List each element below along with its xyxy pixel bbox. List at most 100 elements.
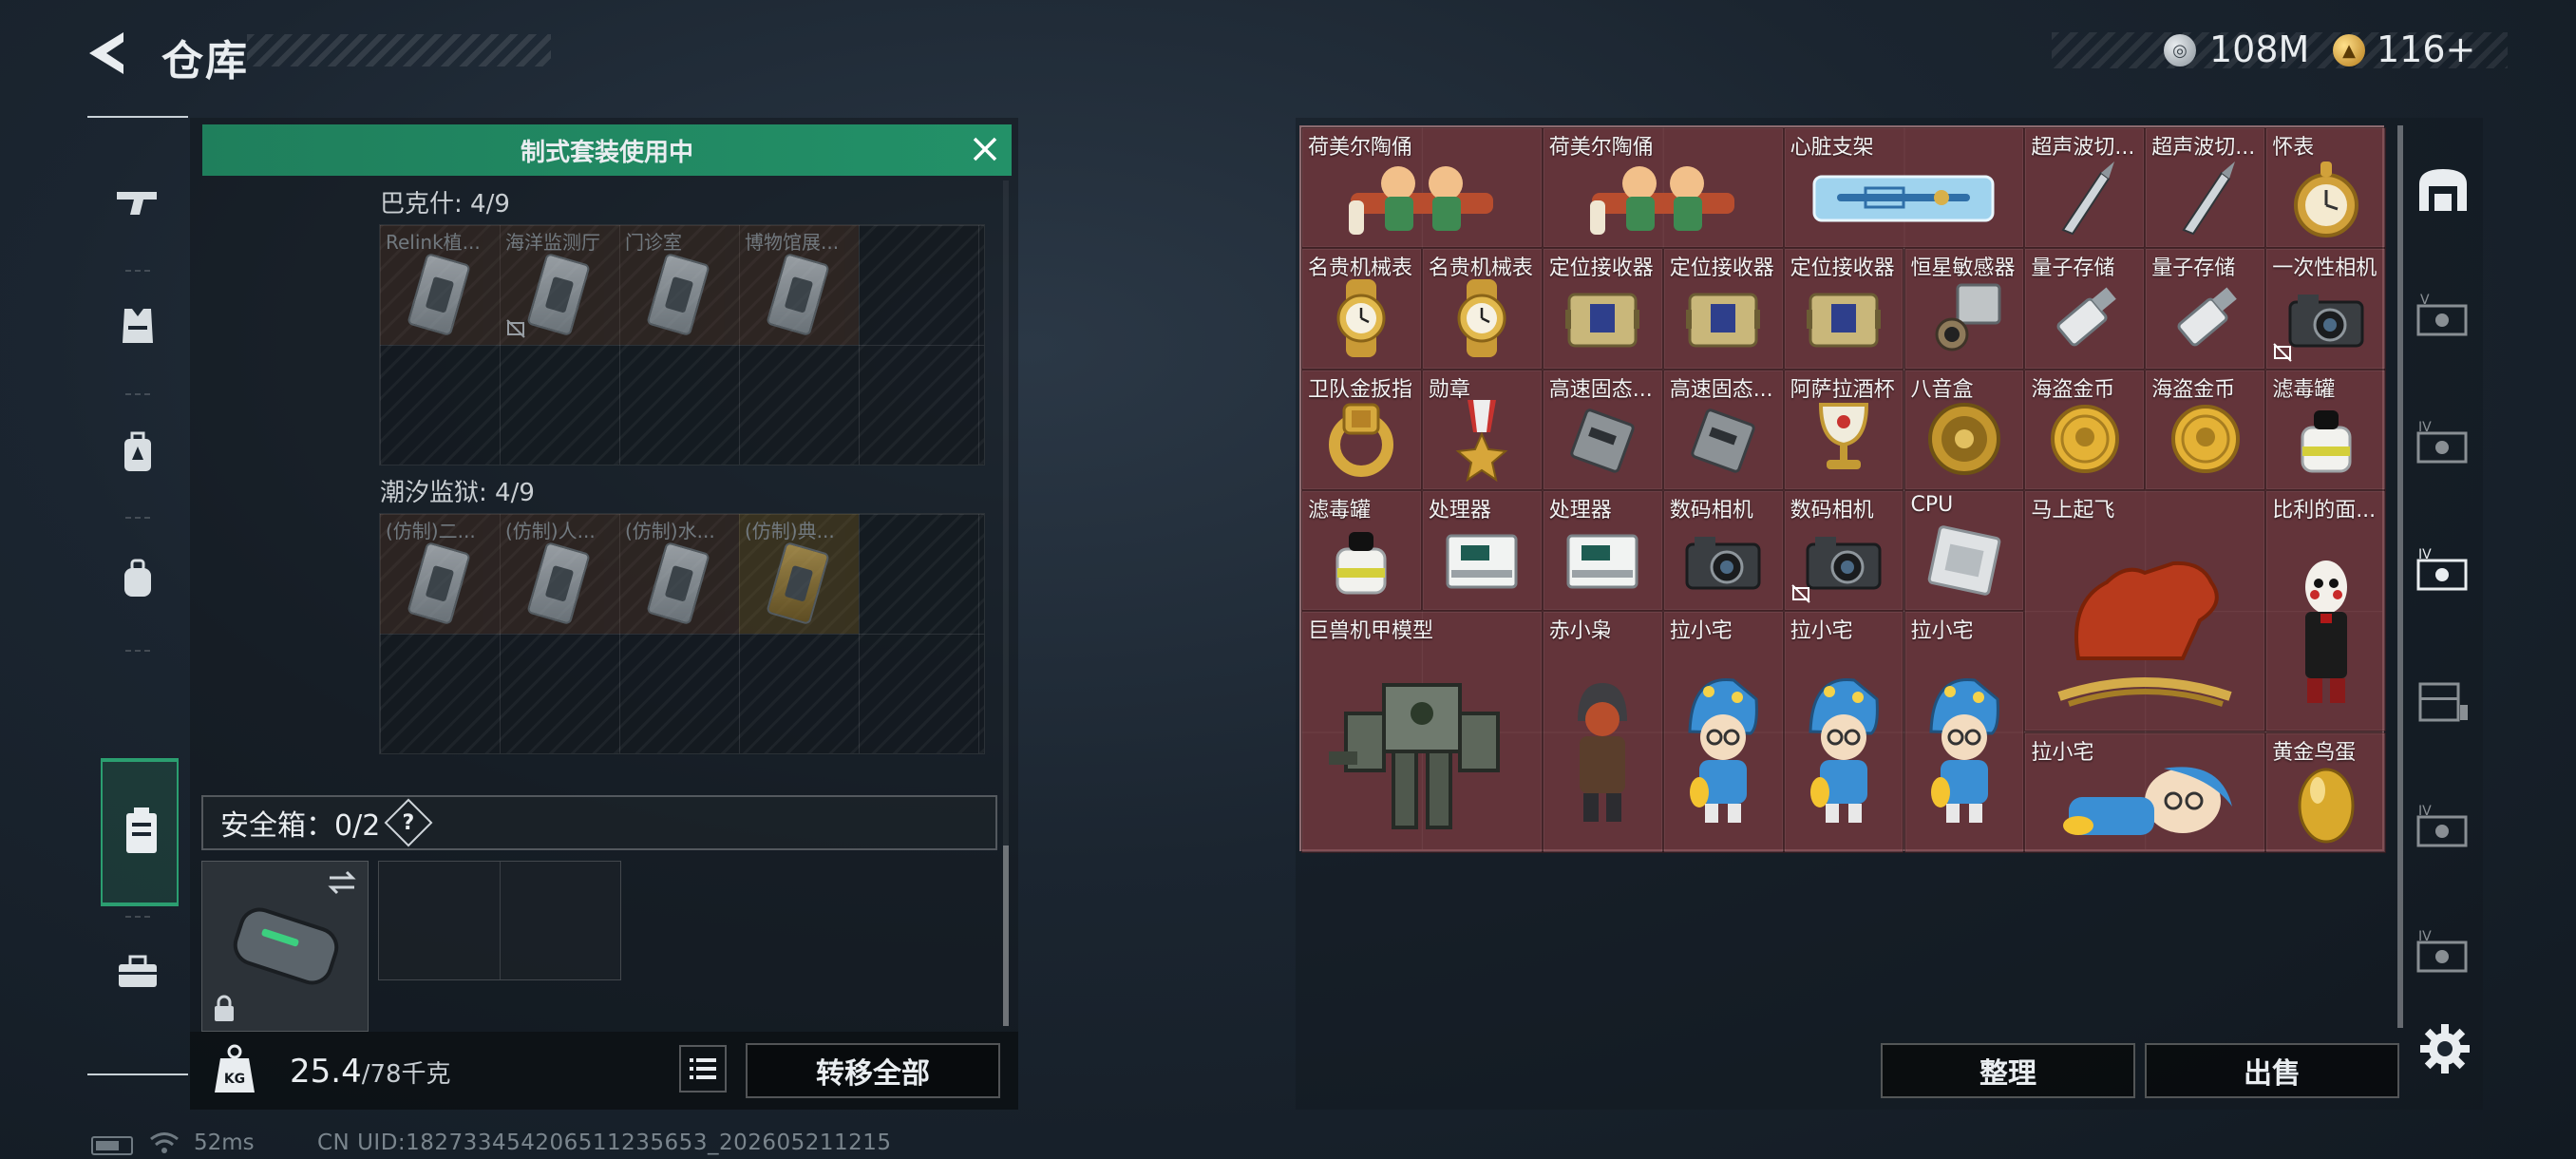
- inventory-item[interactable]: 超声波切...: [2145, 127, 2266, 249]
- receiver-icon: [1803, 281, 1885, 355]
- inventory-item[interactable]: 处理器: [1421, 489, 1543, 612]
- inventory-item[interactable]: 恒星敏感器: [1904, 248, 2025, 370]
- collection-slot[interactable]: (仿制)二...: [380, 514, 500, 634]
- warehouse-tab[interactable]: [2413, 160, 2473, 220]
- warehouse-icon: [2419, 169, 2467, 211]
- collection-slot[interactable]: Relink植...: [380, 225, 500, 345]
- inventory-item[interactable]: 定位接收器: [1662, 248, 1784, 370]
- inventory-item[interactable]: 高速固态...: [1542, 369, 1663, 490]
- storage-tab-6[interactable]: IV: [2413, 798, 2473, 859]
- inventory-item[interactable]: 拉小宅: [1904, 611, 2025, 853]
- inventory-item[interactable]: 滤毒罐: [2265, 369, 2387, 490]
- inventory-item[interactable]: 定位接收器: [1783, 248, 1904, 370]
- inventory-item[interactable]: 滤毒罐: [1301, 489, 1422, 612]
- goblet-icon: [1808, 399, 1880, 479]
- weapon-category-button[interactable]: [101, 165, 175, 239]
- title-decoration: [247, 34, 551, 66]
- inventory-item[interactable]: 量子存储: [2145, 248, 2266, 370]
- settings-button[interactable]: [2416, 1020, 2473, 1077]
- inventory-item[interactable]: 巨兽机甲模型: [1301, 611, 1543, 853]
- item-label: 拉小宅: [1790, 619, 1853, 644]
- collection-slot[interactable]: (仿制)典...: [739, 514, 859, 634]
- storage-tab-2[interactable]: V: [2413, 287, 2473, 348]
- inventory-item[interactable]: 处理器: [1542, 489, 1663, 612]
- storage-tab-5[interactable]: [2413, 671, 2473, 732]
- safebox-container-slot[interactable]: [201, 861, 369, 1032]
- item-label: 超声波切...: [2031, 136, 2135, 160]
- inventory-item[interactable]: 赤小枭: [1542, 611, 1663, 853]
- sell-button[interactable]: 出售: [2145, 1043, 2399, 1098]
- item-label: 拉小宅: [2031, 740, 2094, 765]
- inventory-item[interactable]: 数码相机: [1662, 489, 1784, 612]
- item-label: 怀表: [2272, 136, 2315, 160]
- inventory-item[interactable]: 名贵机械表: [1421, 248, 1543, 370]
- svg-text:IV: IV: [2418, 547, 2432, 562]
- horse-statue-icon: [2040, 544, 2249, 715]
- item-label: 海盗金币: [2151, 377, 2236, 402]
- container-category-button[interactable]: [101, 758, 179, 906]
- transfer-all-button[interactable]: 转移全部: [746, 1043, 1000, 1098]
- pocket-watch-icon: [2288, 152, 2364, 243]
- list-view-button[interactable]: [679, 1045, 727, 1092]
- inventory-item[interactable]: 马上起飞: [2024, 489, 2266, 732]
- collection-slot[interactable]: (仿制)水...: [619, 514, 739, 634]
- inventory-item[interactable]: 量子存储: [2024, 248, 2146, 370]
- inventory-item[interactable]: 卫队金扳指: [1301, 369, 1422, 490]
- collection-slot[interactable]: 博物馆展...: [739, 225, 859, 345]
- item-label: 定位接收器: [1548, 256, 1654, 281]
- item-label: 心脏支架: [1790, 136, 1874, 160]
- inventory-item[interactable]: 拉小宅: [2024, 732, 2266, 853]
- inventory-item[interactable]: 阿萨拉酒杯: [1783, 369, 1904, 490]
- inventory-item[interactable]: 比利的面...: [2265, 489, 2387, 732]
- inventory-item[interactable]: 名贵机械表: [1301, 248, 1422, 370]
- inventory-item[interactable]: 定位接收器: [1542, 248, 1663, 370]
- crate-icon: IV: [2416, 929, 2468, 973]
- inventory-item[interactable]: 拉小宅: [1783, 611, 1904, 853]
- svg-text:IV: IV: [2418, 929, 2432, 944]
- inventory-item[interactable]: 海盗金币: [2024, 369, 2146, 490]
- camera-icon: [2284, 285, 2368, 352]
- safebox-empty-slots[interactable]: [378, 861, 621, 980]
- armor-category-button[interactable]: [101, 289, 175, 363]
- storage-tab-4[interactable]: IV: [2413, 542, 2473, 602]
- inventory-item[interactable]: 八音盒: [1904, 369, 2025, 490]
- keycard-icon: [646, 541, 710, 626]
- sort-label: 整理: [1979, 1057, 2036, 1091]
- bag-category-button[interactable]: [101, 542, 175, 616]
- slot-label: (仿制)水...: [625, 520, 715, 542]
- collection-slot[interactable]: (仿制)人...: [500, 514, 619, 634]
- list-icon: [690, 1058, 716, 1079]
- inventory-item[interactable]: 超声波切...: [2024, 127, 2146, 249]
- inventory-item[interactable]: 荷美尔陶俑: [1542, 127, 1784, 249]
- inventory-item[interactable]: 黄金鸟蛋: [2265, 732, 2387, 853]
- inventory-item[interactable]: 拉小宅: [1662, 611, 1784, 853]
- receiver-icon: [1562, 281, 1643, 355]
- inventory-item[interactable]: CPU: [1904, 489, 2025, 612]
- backpack-category-button[interactable]: [101, 416, 175, 490]
- storage-tab-3[interactable]: IV: [2413, 414, 2473, 475]
- safebox-icon: [126, 808, 157, 853]
- collection-slot[interactable]: 门诊室: [619, 225, 739, 345]
- storage-scrollbar-thumb[interactable]: [1003, 846, 1009, 1026]
- collection-slot[interactable]: 海洋监测厅: [500, 225, 619, 345]
- item-label: 滤毒罐: [2272, 377, 2336, 402]
- storage-tab-7[interactable]: IV: [2413, 923, 2473, 984]
- swap-icon[interactable]: [326, 869, 358, 896]
- inventory-item[interactable]: 怀表: [2265, 127, 2387, 249]
- inventory-scrollbar[interactable]: [2397, 125, 2403, 1028]
- help-button[interactable]: ?: [384, 798, 433, 847]
- figurine-icon: [1341, 155, 1503, 240]
- inventory-item[interactable]: 海盗金币: [2145, 369, 2266, 490]
- inventory-item[interactable]: 高速固态...: [1662, 369, 1784, 490]
- toolbox-category-button[interactable]: [101, 935, 175, 1009]
- inventory-item[interactable]: 数码相机: [1783, 489, 1904, 612]
- category-rail: [87, 116, 188, 1075]
- inventory-item[interactable]: 荷美尔陶俑: [1301, 127, 1543, 249]
- banner-close-button[interactable]: [967, 131, 1003, 167]
- inventory-item[interactable]: 心脏支架: [1783, 127, 2025, 249]
- sort-button[interactable]: 整理: [1881, 1043, 2135, 1098]
- inventory-item[interactable]: 一次性相机: [2265, 248, 2387, 370]
- premium-currency-amount[interactable]: 116+: [2377, 28, 2475, 70]
- back-button[interactable]: [85, 28, 142, 78]
- inventory-item[interactable]: 勋章: [1421, 369, 1543, 490]
